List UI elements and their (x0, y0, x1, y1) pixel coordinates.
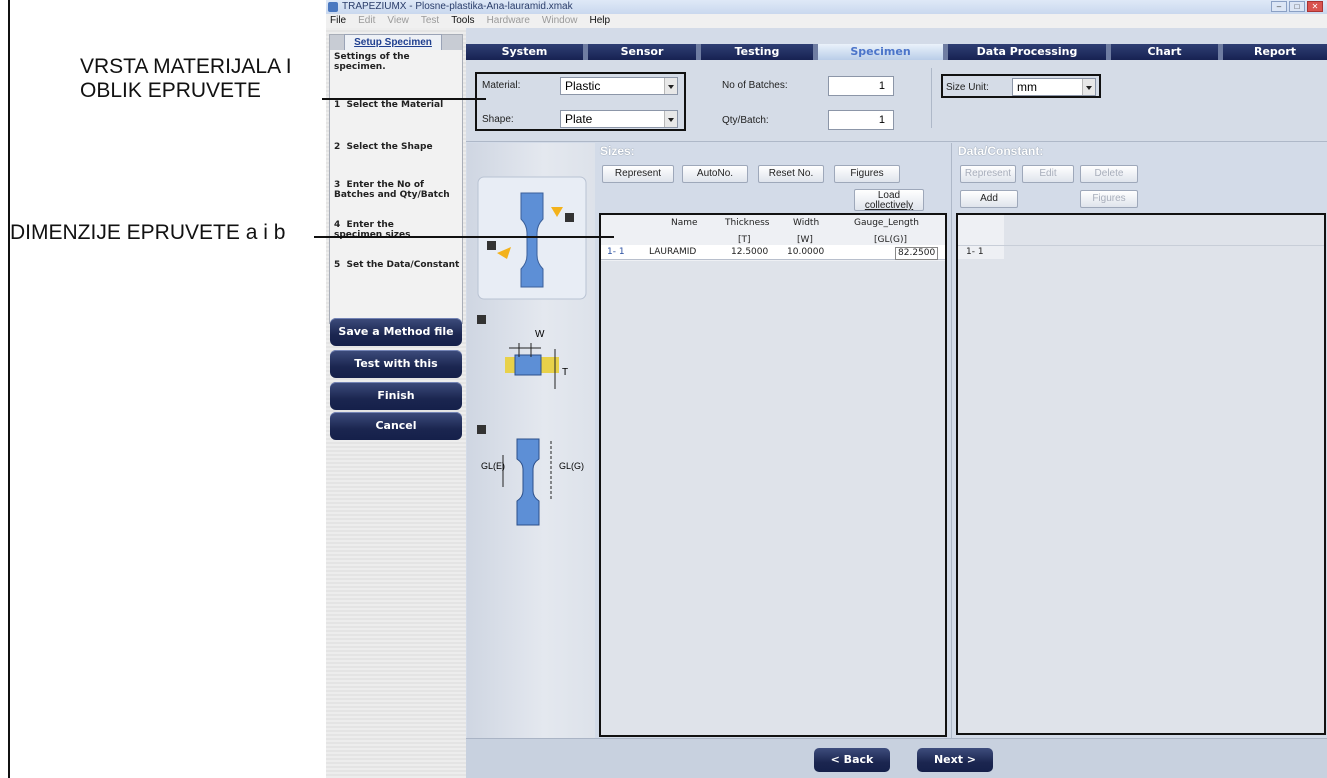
menu-test[interactable]: Test (421, 14, 439, 28)
tab-specimen[interactable]: Specimen (818, 44, 948, 60)
qty-input[interactable]: 1 (828, 110, 894, 130)
data-constant-table: 1- 1 (956, 213, 1326, 735)
dc-row-id: 1- 1 (966, 247, 984, 257)
dc-add-button[interactable]: Add (960, 190, 1018, 208)
row-id: 1- 1 (607, 247, 625, 257)
app-window: TRAPEZIUMX - Plosne-plastika-Ana-laurami… (326, 0, 1327, 778)
annotation-material-shape-line2: OBLIK EPRUVETE (80, 79, 261, 102)
specimen-figures (477, 176, 587, 526)
dc-represent-button[interactable]: Represent (960, 165, 1016, 183)
specimen-settings-panel: Material: Plastic Shape: Plate No of Bat… (466, 60, 1327, 142)
col-name-header: Name (671, 218, 698, 228)
menu-tools[interactable]: Tools (451, 14, 474, 28)
step-2[interactable]: 2 Select the Shape (334, 142, 433, 152)
row-width[interactable]: 10.0000 (787, 247, 824, 258)
marker-1-icon (565, 213, 574, 222)
menu-window[interactable]: Window (542, 14, 578, 28)
data-constant-panel: Data/Constant: Represent Edit Delete Add… (951, 143, 1327, 738)
sizes-title: Sizes: (600, 144, 635, 158)
annotation-material-shape-line1: VRSTA MATERIJALA I (80, 55, 292, 78)
menu-file[interactable]: File (330, 14, 346, 28)
batches-label: No of Batches: (722, 80, 788, 91)
step-5[interactable]: 5 Set the Data/Constant (334, 260, 459, 270)
size-unit-highlight (941, 74, 1101, 98)
w-label: W (535, 329, 545, 340)
window-controls: – □ ✕ (1271, 1, 1323, 12)
maximize-icon[interactable]: □ (1289, 1, 1305, 12)
tab-sensor[interactable]: Sensor (588, 44, 701, 60)
dc-delete-button[interactable]: Delete (1080, 165, 1138, 183)
data-constant-title: Data/Constant: (958, 144, 1044, 158)
tab-testing[interactable]: Testing (701, 44, 818, 60)
sizes-panel: Sizes: Represent AutoNo. Reset No. Figur… (596, 143, 951, 738)
dc-edit-button[interactable]: Edit (1022, 165, 1074, 183)
test-with-method-button[interactable]: Test with this method (330, 350, 462, 398)
next-button[interactable]: Next > (917, 748, 993, 772)
app-icon (328, 2, 338, 12)
annotation-dimensions: DIMENZIJE EPRUVETE a i b (10, 221, 286, 244)
menu-hardware[interactable]: Hardware (487, 14, 530, 28)
divider (931, 68, 932, 128)
glg-label: GL(G) (559, 461, 585, 471)
batches-input[interactable]: 1 (828, 76, 894, 96)
setup-steps-panel: Setup Specimen Settings of the specimen.… (329, 34, 463, 324)
step-1[interactable]: 1 Select the Material (334, 100, 443, 110)
finish-button[interactable]: Finish (330, 382, 462, 410)
tab-report[interactable]: Report (1223, 44, 1327, 60)
cancel-button[interactable]: Cancel (330, 412, 462, 440)
col-width-header: Width (793, 218, 820, 228)
tab-system[interactable]: System (466, 44, 588, 60)
setup-subtitle: Settings of the specimen. (334, 52, 410, 72)
back-button[interactable]: < Back (814, 748, 890, 772)
title-bar: TRAPEZIUMX - Plosne-plastika-Ana-laurami… (326, 0, 1327, 14)
menu-edit[interactable]: Edit (358, 14, 375, 28)
represent-button[interactable]: Represent (602, 165, 674, 183)
annotation-leader-line-material (322, 98, 486, 100)
window-title: TRAPEZIUMX - Plosne-plastika-Ana-laurami… (342, 1, 573, 12)
tab-chart[interactable]: Chart (1111, 44, 1223, 60)
step-3[interactable]: 3 Enter the No of Batches and Qty/Batch (334, 180, 450, 200)
row-thickness[interactable]: 12.5000 (731, 247, 768, 258)
load-collectively-button[interactable]: Load collectively (854, 189, 924, 211)
row-name[interactable]: LAURAMID (649, 247, 696, 258)
figures-column: W T GL(E) GL(G) (467, 143, 595, 738)
marker-2-icon (487, 241, 496, 250)
t-label: T (562, 367, 569, 378)
bottom-nav-bar: < Back Next > (466, 738, 1327, 778)
main-tabs: System Sensor Testing Specimen Data Proc… (466, 44, 1327, 60)
col-thickness-header: Thickness (725, 218, 770, 228)
sidebar: Setup Specimen Settings of the specimen.… (326, 28, 466, 778)
figures-button[interactable]: Figures (834, 165, 900, 183)
menu-view[interactable]: View (387, 14, 409, 28)
autono-button[interactable]: AutoNo. (682, 165, 748, 183)
col-gauge-length-header: Gauge_Length (854, 218, 919, 228)
sizes-table: Name Thickness Width Gauge_Length [T] [W… (599, 213, 947, 737)
menu-bar: File Edit View Test Tools Hardware Windo… (326, 14, 1327, 28)
close-icon[interactable]: ✕ (1307, 1, 1323, 12)
reset-no-button[interactable]: Reset No. (758, 165, 824, 183)
dc-figures-button[interactable]: Figures (1080, 190, 1138, 208)
menu-help[interactable]: Help (590, 14, 611, 28)
annotation-leader-line-dimensions (314, 236, 614, 238)
minimize-icon[interactable]: – (1271, 1, 1287, 12)
qty-label: Qty/Batch: (722, 115, 769, 126)
row-gauge-length[interactable]: 82.2500 (895, 247, 939, 260)
gle-label: GL(E) (481, 461, 506, 471)
tab-data-processing[interactable]: Data Processing (948, 44, 1111, 60)
material-shape-highlight (475, 72, 686, 131)
setup-specimen-header[interactable]: Setup Specimen (344, 34, 442, 51)
save-method-button[interactable]: Save a Method file (330, 318, 462, 346)
